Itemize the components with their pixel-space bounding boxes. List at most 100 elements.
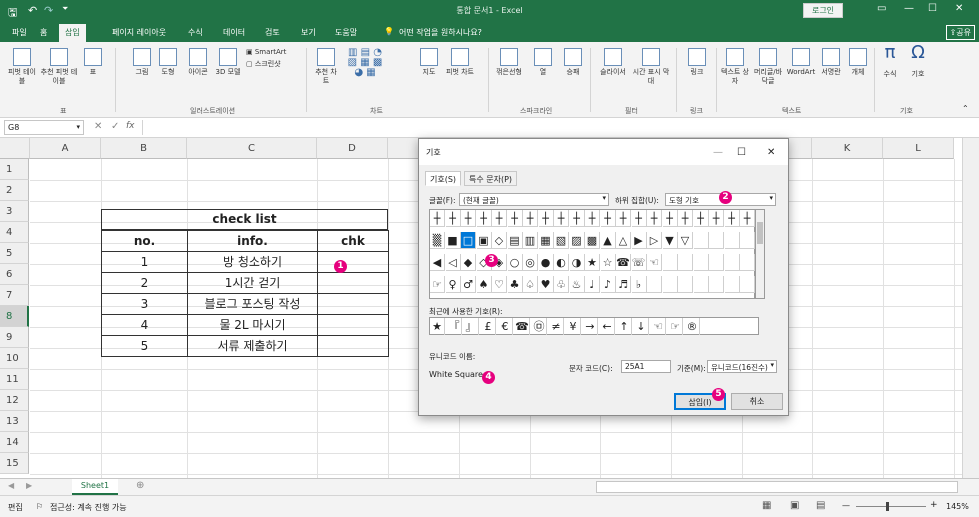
accessibility-icon[interactable]: ⚐	[36, 502, 43, 511]
table-cell[interactable]: 1시간 걷기	[187, 272, 318, 294]
recent-symbol[interactable]: ↑	[617, 318, 632, 335]
symbol-cell[interactable]: ☞	[430, 276, 445, 293]
row-header-3[interactable]: 3	[0, 201, 29, 222]
symbol-cell[interactable]: ◑	[569, 254, 585, 271]
table-cell[interactable]	[317, 335, 389, 357]
enter-icon[interactable]: ✓	[111, 121, 119, 132]
table-cell[interactable]	[317, 251, 389, 273]
symbol-cell[interactable]	[709, 276, 724, 293]
table-cell[interactable]: 4	[101, 314, 188, 336]
symbol-cell[interactable]: ♭	[631, 276, 647, 293]
char-code-input[interactable]: 25A1	[621, 360, 671, 373]
symbol-cell[interactable]: ◐	[554, 254, 569, 271]
tab-home[interactable]: 홈	[40, 27, 47, 38]
symbol-cell[interactable]: □	[461, 232, 476, 249]
symbol-cell[interactable]: ┼	[492, 210, 507, 227]
recommended-charts-button[interactable]: 추천 차트	[314, 48, 338, 86]
symbol-cell[interactable]	[709, 254, 724, 271]
symbol-cell[interactable]	[662, 276, 678, 293]
symbol-cell[interactable]: ▦	[538, 232, 554, 249]
tab-help[interactable]: 도움말	[335, 27, 357, 38]
chart-types-gallery[interactable]: ▥ ▤ ◔ ▧ ▦ ▩ ◕ ▦	[340, 48, 390, 92]
tab-special-characters[interactable]: 특수 문자(P)	[464, 171, 518, 186]
table-header[interactable]: chk	[317, 230, 389, 252]
symbol-cell[interactable]	[693, 254, 709, 271]
symbol-cell[interactable]	[740, 276, 755, 293]
symbol-cell[interactable]: ┼	[709, 210, 724, 227]
row-header-13[interactable]: 13	[0, 411, 29, 432]
tab-insert[interactable]: 삽입	[59, 24, 86, 42]
row-header-11[interactable]: 11	[0, 369, 29, 390]
tab-symbols[interactable]: 기호(S)	[425, 171, 462, 186]
close-icon[interactable]: ✕	[955, 3, 963, 14]
screenshot-button[interactable]: ▢ 스크린샷	[246, 60, 296, 69]
ribbon-display-icon[interactable]: ▭	[877, 3, 886, 14]
symbol-cell[interactable]: ▷	[647, 232, 662, 249]
symbol-cell[interactable]: ▣	[476, 232, 492, 249]
symbol-cell[interactable]: ┼	[693, 210, 709, 227]
table-title[interactable]: check list	[101, 209, 388, 230]
font-select[interactable]: (현재 글꼴) ▾	[459, 193, 609, 206]
add-sheet-icon[interactable]: ⊕	[136, 480, 144, 491]
sparkline-column-button[interactable]: 열	[532, 48, 554, 77]
symbol-cell[interactable]: ┼	[554, 210, 569, 227]
symbol-cell[interactable]: ▤	[507, 232, 523, 249]
symbol-cell[interactable]: ♩	[585, 276, 600, 293]
table-cell[interactable]	[317, 293, 389, 315]
recent-symbol[interactable]: ☎	[515, 318, 530, 335]
column-header-l[interactable]: L	[883, 138, 954, 159]
page-layout-view-icon[interactable]: ▣	[790, 500, 799, 511]
smartart-button[interactable]: ▣ SmartArt	[246, 48, 294, 57]
symbol-cell[interactable]	[724, 254, 740, 271]
row-header-8[interactable]: 8	[0, 306, 29, 327]
zoom-slider[interactable]	[856, 506, 926, 507]
sparkline-line-button[interactable]: 꺾은선형	[492, 48, 526, 77]
collapse-ribbon-icon[interactable]: ⌃	[962, 104, 969, 113]
zoom-out-icon[interactable]: —	[842, 501, 850, 510]
symbol-cell[interactable]: ★	[585, 254, 600, 271]
symbol-cell[interactable]	[724, 232, 740, 249]
equation-button[interactable]: π 수식	[878, 44, 902, 79]
picture-button[interactable]: 그림	[130, 48, 154, 77]
tell-me-box[interactable]: 어떤 작업을 원하시나요?	[399, 27, 482, 38]
row-header-15[interactable]: 15	[0, 453, 29, 474]
symbol-cell[interactable]: ┼	[507, 210, 523, 227]
select-all-corner[interactable]	[0, 138, 30, 159]
symbol-cell[interactable]: ♠	[476, 276, 492, 293]
zoom-in-icon[interactable]: +	[930, 500, 938, 510]
icons-button[interactable]: 아이콘	[184, 48, 212, 77]
symbol-cell[interactable]: ┼	[740, 210, 755, 227]
symbol-cell[interactable]	[693, 232, 709, 249]
dialog-maximize-icon[interactable]: ☐	[737, 147, 746, 158]
symbol-cell[interactable]: ♂	[461, 276, 476, 293]
symbol-cell[interactable]: ┼	[678, 210, 693, 227]
timeline-button[interactable]: 시간 표시 막대	[632, 48, 670, 86]
table-button[interactable]: 표	[82, 48, 104, 77]
symbol-cell[interactable]: ▲	[600, 232, 616, 249]
cancel-icon[interactable]: ✕	[94, 121, 102, 132]
sparkline-winloss-button[interactable]: 승패	[560, 48, 586, 77]
row-header-10[interactable]: 10	[0, 348, 29, 369]
symbol-cell[interactable]: ♀	[445, 276, 461, 293]
zoom-level[interactable]: 145%	[946, 502, 969, 511]
symbol-cell[interactable]	[740, 232, 755, 249]
symbol-cell[interactable]	[678, 254, 693, 271]
recent-symbol[interactable]: ☜	[651, 318, 666, 335]
symbol-cell[interactable]: ♬	[616, 276, 631, 293]
symbol-cell[interactable]: ◆	[461, 254, 476, 271]
page-break-view-icon[interactable]: ▤	[816, 500, 825, 511]
link-button[interactable]: 링크	[684, 48, 710, 77]
recent-symbol[interactable]: 』	[464, 318, 479, 335]
symbol-cell[interactable]	[647, 276, 662, 293]
row-header-9[interactable]: 9	[0, 327, 29, 348]
header-footer-button[interactable]: 머리글/바닥글	[752, 48, 784, 86]
symbol-cell[interactable]: ▨	[569, 232, 585, 249]
column-header-b[interactable]: B	[101, 138, 187, 159]
symbol-cell[interactable]: ▽	[678, 232, 693, 249]
row-header-1[interactable]: 1	[0, 159, 29, 180]
symbol-cell[interactable]: ☆	[600, 254, 616, 271]
symbol-cell[interactable]: ☜	[647, 254, 662, 271]
recommended-pivot-button[interactable]: 추천 피벗 테이블	[38, 48, 80, 86]
tab-page-layout[interactable]: 페이지 레이아웃	[112, 27, 166, 38]
pivot-table-button[interactable]: 피벗 테이블	[5, 48, 39, 86]
